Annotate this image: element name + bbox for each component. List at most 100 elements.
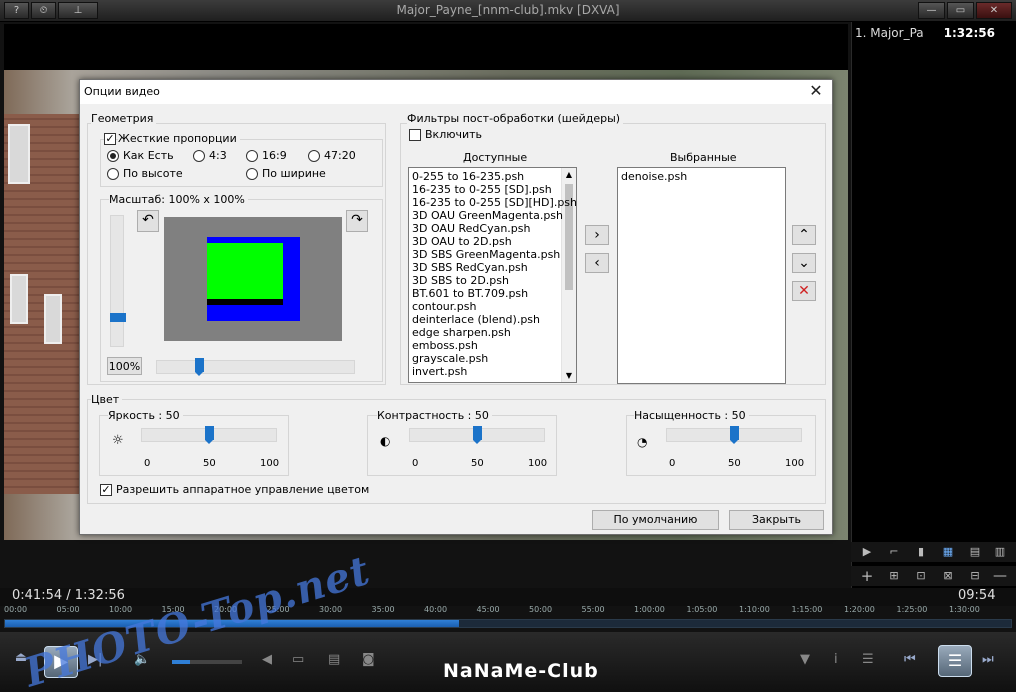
selected-shaders-list[interactable]: denoise.psh bbox=[617, 167, 786, 384]
list-view-icon[interactable]: ▦ bbox=[938, 544, 958, 560]
move-down-icon[interactable]: ⊠ bbox=[938, 568, 958, 584]
timeline-tick: 05:00 bbox=[56, 605, 80, 614]
timeline-tick: 55:00 bbox=[581, 605, 605, 614]
radio-as-is[interactable] bbox=[107, 150, 119, 162]
timeline-tick: 35:00 bbox=[371, 605, 395, 614]
vertical-scale-thumb[interactable] bbox=[110, 313, 126, 322]
shader-list-item[interactable]: 3D SBS RedCyan.psh bbox=[412, 261, 528, 274]
selected-label: Выбранные bbox=[670, 151, 737, 164]
playlist-panel[interactable]: 1. Major_Pa 1:32:56 bbox=[851, 22, 1016, 588]
maximize-button[interactable]: ▭ bbox=[947, 2, 974, 19]
move-shader-up-button[interactable]: ⌃ bbox=[792, 225, 816, 245]
color-label: Цвет bbox=[91, 393, 123, 406]
shader-list-item[interactable]: 16-235 to 0-255 [SD][HD].psh bbox=[412, 196, 576, 209]
playlist-toggle-button[interactable]: ☰ bbox=[938, 645, 972, 677]
shader-list-item[interactable]: 0-255 to 16-235.psh bbox=[412, 170, 524, 183]
equalizer-icon[interactable]: ☰ bbox=[862, 652, 874, 667]
shader-list-item[interactable]: 3D OAU to 2D.psh bbox=[412, 235, 512, 248]
timeline-tick: 00:00 bbox=[4, 605, 28, 614]
shader-list-item[interactable]: grayscale.psh bbox=[412, 352, 488, 365]
shader-list-item[interactable]: 3D SBS to 2D.psh bbox=[412, 274, 509, 287]
radio-by-height[interactable] bbox=[107, 168, 119, 180]
contrast-thumb[interactable] bbox=[473, 426, 482, 444]
screenshot-icon[interactable]: ◙ bbox=[362, 652, 375, 667]
remaining-time: 09:54 bbox=[958, 588, 996, 603]
shader-list-item[interactable]: BT.601 to BT.709.psh bbox=[412, 287, 528, 300]
remove-icon[interactable]: ⊟ bbox=[965, 568, 985, 584]
filter-icon[interactable]: ▼ bbox=[800, 652, 810, 667]
move-shader-down-button[interactable]: ⌄ bbox=[792, 253, 816, 273]
shader-list-item[interactable]: 16-235 to 0-255 [SD].psh bbox=[412, 183, 552, 196]
shader-list-item[interactable]: 3D SBS GreenMagenta.psh bbox=[412, 248, 560, 261]
video-window bbox=[10, 274, 28, 324]
contrast-scale-max: 100 bbox=[528, 458, 548, 469]
horizontal-scale-thumb[interactable] bbox=[195, 358, 204, 376]
scroll-up-icon[interactable]: ▲ bbox=[564, 170, 574, 179]
grid-view-icon[interactable]: ▥ bbox=[990, 544, 1010, 560]
corner-icon[interactable]: ⌐ bbox=[884, 544, 904, 560]
timeline-tick: 50:00 bbox=[529, 605, 553, 614]
shader-list-item[interactable]: edge sharpen.psh bbox=[412, 326, 511, 339]
available-shaders-list[interactable]: ▲ ▼ 0-255 to 16-235.psh 16-235 to 0-255 [… bbox=[408, 167, 577, 383]
brightness-scale-mid: 50 bbox=[203, 458, 216, 469]
contrast-scale-mid: 50 bbox=[471, 458, 484, 469]
play-icon[interactable]: ▶ bbox=[857, 544, 877, 560]
available-label: Доступные bbox=[463, 151, 528, 164]
radio-4-3[interactable] bbox=[193, 150, 205, 162]
current-time: 0:41:54 / 1:32:56 bbox=[12, 588, 125, 603]
vertical-scale-slider[interactable] bbox=[110, 215, 124, 347]
dialog-close-action-button[interactable]: Закрыть bbox=[729, 510, 824, 530]
playlist-item[interactable]: 1. Major_Pa 1:32:56 bbox=[855, 26, 1015, 42]
shader-list-item[interactable]: 3D OAU GreenMagenta.psh bbox=[412, 209, 563, 222]
mute-icon[interactable]: ◀ bbox=[262, 652, 272, 667]
info-icon[interactable]: ⅰ bbox=[834, 652, 838, 667]
close-window-button[interactable]: ✕ bbox=[976, 2, 1012, 19]
brightness-thumb[interactable] bbox=[205, 426, 214, 444]
add-shader-button[interactable]: › bbox=[585, 225, 609, 245]
add-icon[interactable]: + bbox=[857, 568, 877, 584]
next-icon[interactable]: ⏭ bbox=[982, 652, 994, 667]
dialog-title: Опции видео bbox=[84, 85, 160, 98]
shader-list-item[interactable]: deinterlace (blend).psh bbox=[412, 313, 540, 326]
volume-slider[interactable] bbox=[172, 660, 242, 664]
add-folder-icon[interactable]: ⊞ bbox=[884, 568, 904, 584]
geometry-label: Геометрия bbox=[91, 112, 157, 125]
radio-by-width[interactable] bbox=[246, 168, 258, 180]
minimize-button[interactable]: — bbox=[918, 2, 945, 19]
shader-list-item[interactable]: contour.psh bbox=[412, 300, 476, 313]
delete-shader-button[interactable]: ✕ bbox=[792, 281, 816, 301]
minus-icon[interactable]: — bbox=[990, 568, 1010, 584]
video-options-icon[interactable]: ▤ bbox=[328, 652, 340, 667]
sun-icon: ☼ bbox=[112, 433, 124, 448]
bars-icon[interactable]: ▮ bbox=[911, 544, 931, 560]
rotate-left-button[interactable]: ↶ bbox=[137, 210, 159, 232]
radio-47-20[interactable] bbox=[308, 150, 320, 162]
timeline-tick: 1:05:00 bbox=[686, 605, 718, 614]
scale-reset-button[interactable]: 100% bbox=[107, 357, 142, 375]
shader-list-item[interactable]: invert.psh bbox=[412, 365, 467, 378]
hw-color-checkbox[interactable]: ✓ bbox=[100, 484, 112, 496]
previous-icon[interactable]: ⏮ bbox=[904, 652, 916, 667]
shader-list-item[interactable]: 3D OAU RedCyan.psh bbox=[412, 222, 531, 235]
shaders-enable-label: Включить bbox=[425, 128, 483, 141]
shader-list-item[interactable]: denoise.psh bbox=[621, 170, 687, 183]
scroll-down-icon[interactable]: ▼ bbox=[564, 371, 574, 380]
volume-level bbox=[172, 660, 190, 664]
dialog-close-button[interactable]: ✕ bbox=[808, 83, 824, 99]
saturation-thumb[interactable] bbox=[730, 426, 739, 444]
saturation-icon: ◔ bbox=[637, 435, 648, 449]
radio-by-width-label: По ширине bbox=[262, 167, 326, 180]
radio-16-9[interactable] bbox=[246, 150, 258, 162]
rotate-right-button[interactable]: ↷ bbox=[346, 210, 368, 232]
timeline-tick: 1:25:00 bbox=[896, 605, 928, 614]
default-button[interactable]: По умолчанию bbox=[592, 510, 719, 530]
shader-list-item[interactable]: emboss.psh bbox=[412, 339, 478, 352]
fixed-ratio-checkbox[interactable]: ✓ bbox=[104, 133, 116, 145]
timeline-tick: 1:00:00 bbox=[634, 605, 665, 614]
subtitles-icon[interactable]: ▭ bbox=[292, 652, 304, 667]
move-up-icon[interactable]: ⊡ bbox=[911, 568, 931, 584]
shaders-enable-checkbox[interactable] bbox=[409, 129, 421, 141]
details-view-icon[interactable]: ▤ bbox=[965, 544, 985, 560]
horizontal-scale-slider[interactable] bbox=[156, 360, 355, 374]
remove-shader-button[interactable]: ‹ bbox=[585, 253, 609, 273]
